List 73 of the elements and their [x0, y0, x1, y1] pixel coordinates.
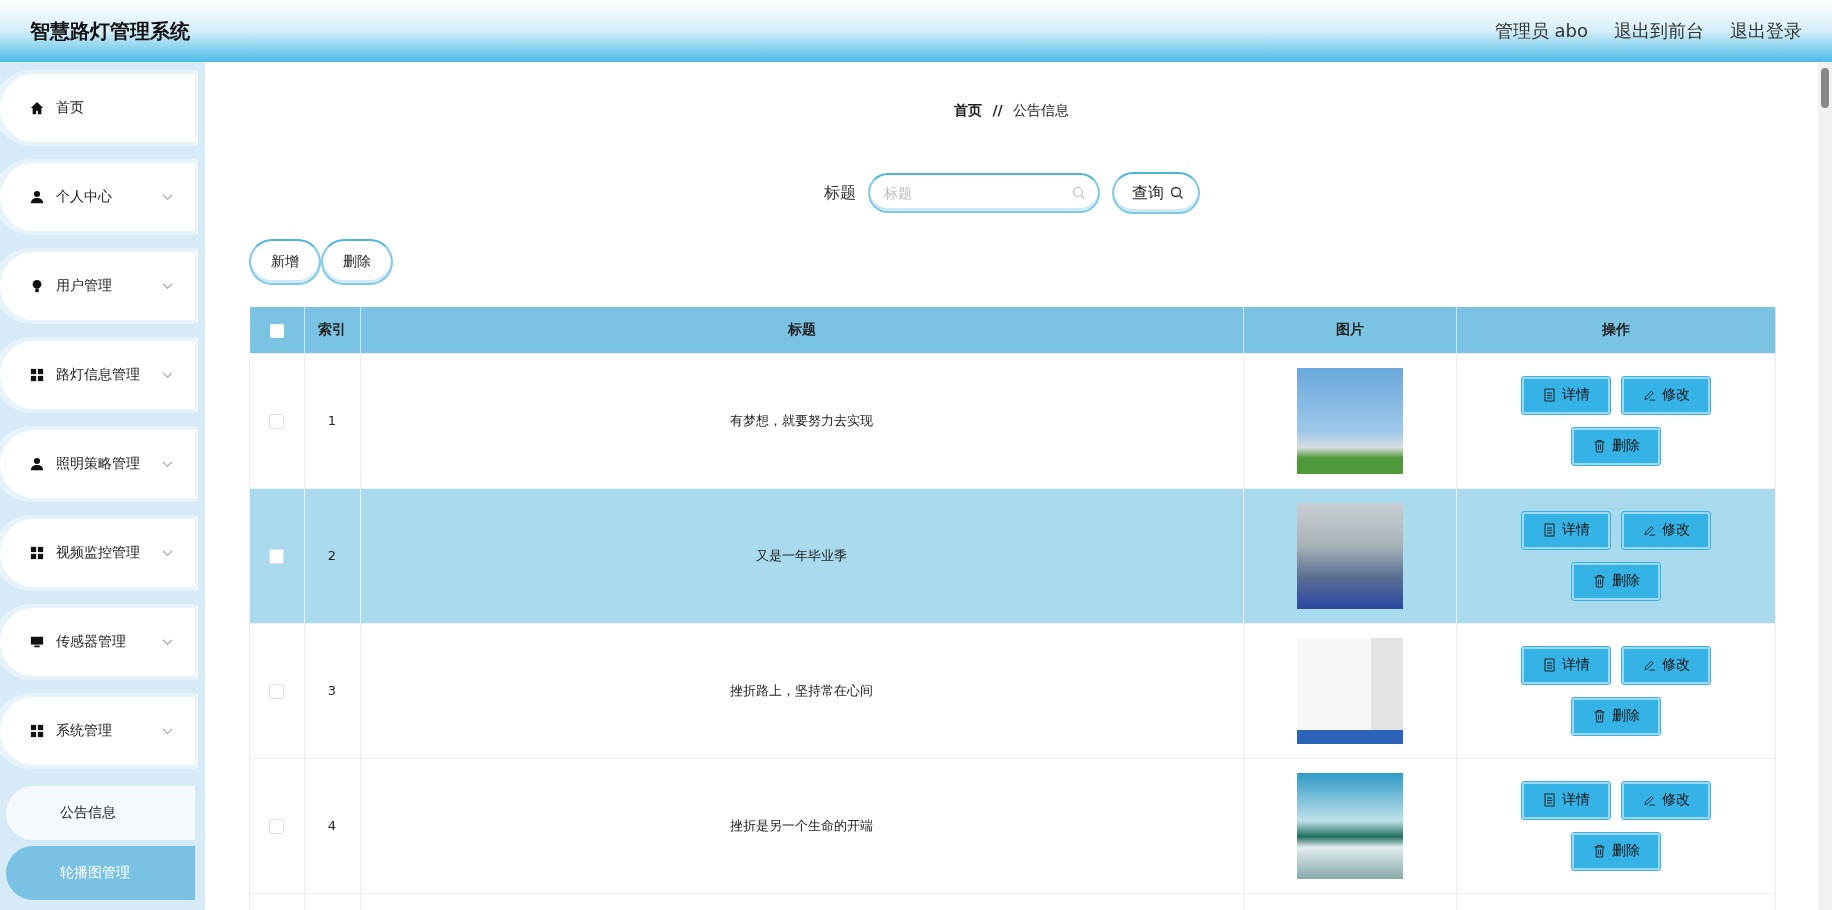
row-checkbox[interactable] — [269, 818, 285, 834]
document-icon — [1542, 388, 1556, 402]
query-button[interactable]: 查询 — [1111, 172, 1200, 214]
row-action-button[interactable]: 修改 — [1622, 376, 1710, 414]
toolbar-button[interactable]: 删除 — [321, 239, 393, 285]
row-action-button[interactable]: 修改 — [1622, 646, 1710, 684]
row-checkbox[interactable] — [269, 548, 285, 564]
table-cell: 挫折路上，坚持常在心间 — [730, 682, 874, 698]
chevron-icon — [162, 727, 173, 735]
person-icon — [30, 190, 44, 204]
column-header: 索引 — [304, 307, 360, 353]
row-checkbox[interactable] — [269, 683, 285, 699]
document-icon — [1542, 523, 1556, 537]
table-cell: 2 — [327, 548, 337, 563]
grid-icon — [30, 724, 44, 738]
search-label: 标题 — [823, 182, 856, 204]
trash-icon — [1592, 709, 1606, 723]
user-name: 管理员 abo — [1494, 19, 1588, 43]
pencil-icon — [1642, 793, 1656, 807]
breadcrumb-separator: // — [992, 102, 1003, 120]
chevron-icon — [162, 371, 173, 379]
table-cell: 挫折是另一个生命的开端 — [730, 817, 874, 833]
chevron-icon — [162, 549, 173, 557]
table-cell: 4 — [327, 818, 337, 833]
pencil-icon — [1642, 388, 1656, 402]
chevron-icon — [162, 282, 173, 290]
row-action-button[interactable]: 详情 — [1522, 781, 1610, 819]
row-action-button[interactable]: 详情 — [1522, 646, 1610, 684]
trash-icon — [1592, 439, 1606, 453]
header-link[interactable]: 退出到前台 — [1614, 19, 1704, 43]
column-header: 标题 — [360, 307, 1244, 353]
document-icon — [1542, 793, 1556, 807]
document-icon — [1542, 658, 1556, 672]
row-action-button[interactable]: 删除 — [1572, 697, 1660, 735]
select-all-checkbox[interactable] — [269, 323, 284, 338]
monitor-icon — [30, 635, 44, 649]
search-icon — [1169, 186, 1184, 200]
chevron-icon — [162, 638, 173, 646]
row-action-button[interactable]: 详情 — [1522, 511, 1610, 549]
app-title: 智慧路灯管理系统 — [30, 17, 190, 45]
trash-icon — [1592, 844, 1606, 858]
trash-icon — [1592, 574, 1606, 588]
pencil-icon — [1642, 658, 1656, 672]
chevron-icon — [162, 460, 173, 468]
grid-icon — [30, 546, 44, 560]
search-field[interactable]: 标题 — [867, 173, 1100, 213]
breadcrumb-current: 公告信息 — [1012, 102, 1069, 120]
pencil-icon — [1642, 523, 1656, 537]
grid-icon — [30, 368, 44, 382]
table-cell: 1 — [327, 413, 337, 428]
search-icon — [1071, 186, 1086, 200]
toolbar-button[interactable]: 新增 — [249, 239, 321, 285]
home-icon — [30, 101, 44, 115]
bulb-icon — [30, 279, 44, 293]
row-action-button[interactable]: 修改 — [1622, 511, 1710, 549]
table-cell: 又是一年毕业季 — [756, 547, 848, 563]
row-action-button[interactable]: 详情 — [1522, 376, 1610, 414]
row-action-button[interactable]: 删除 — [1572, 562, 1660, 600]
table-cell: 有梦想，就要努力去实现 — [730, 412, 874, 428]
row-checkbox[interactable] — [269, 413, 285, 429]
chevron-icon — [162, 193, 173, 201]
table-cell: 3 — [327, 683, 337, 698]
submenu-item[interactable]: 公告信息 — [6, 786, 195, 840]
breadcrumb-home[interactable]: 首页 — [954, 102, 983, 120]
column-header: 操作 — [1456, 307, 1776, 353]
person-icon — [30, 457, 44, 471]
row-action-button[interactable]: 删除 — [1572, 427, 1660, 465]
column-header: 图片 — [1243, 307, 1457, 353]
row-action-button[interactable]: 删除 — [1572, 832, 1660, 870]
scrollbar[interactable] — [1818, 62, 1832, 910]
header-link[interactable]: 退出登录 — [1730, 19, 1802, 43]
row-action-button[interactable]: 修改 — [1622, 781, 1710, 819]
scrollbar-thumb[interactable] — [1821, 68, 1829, 108]
